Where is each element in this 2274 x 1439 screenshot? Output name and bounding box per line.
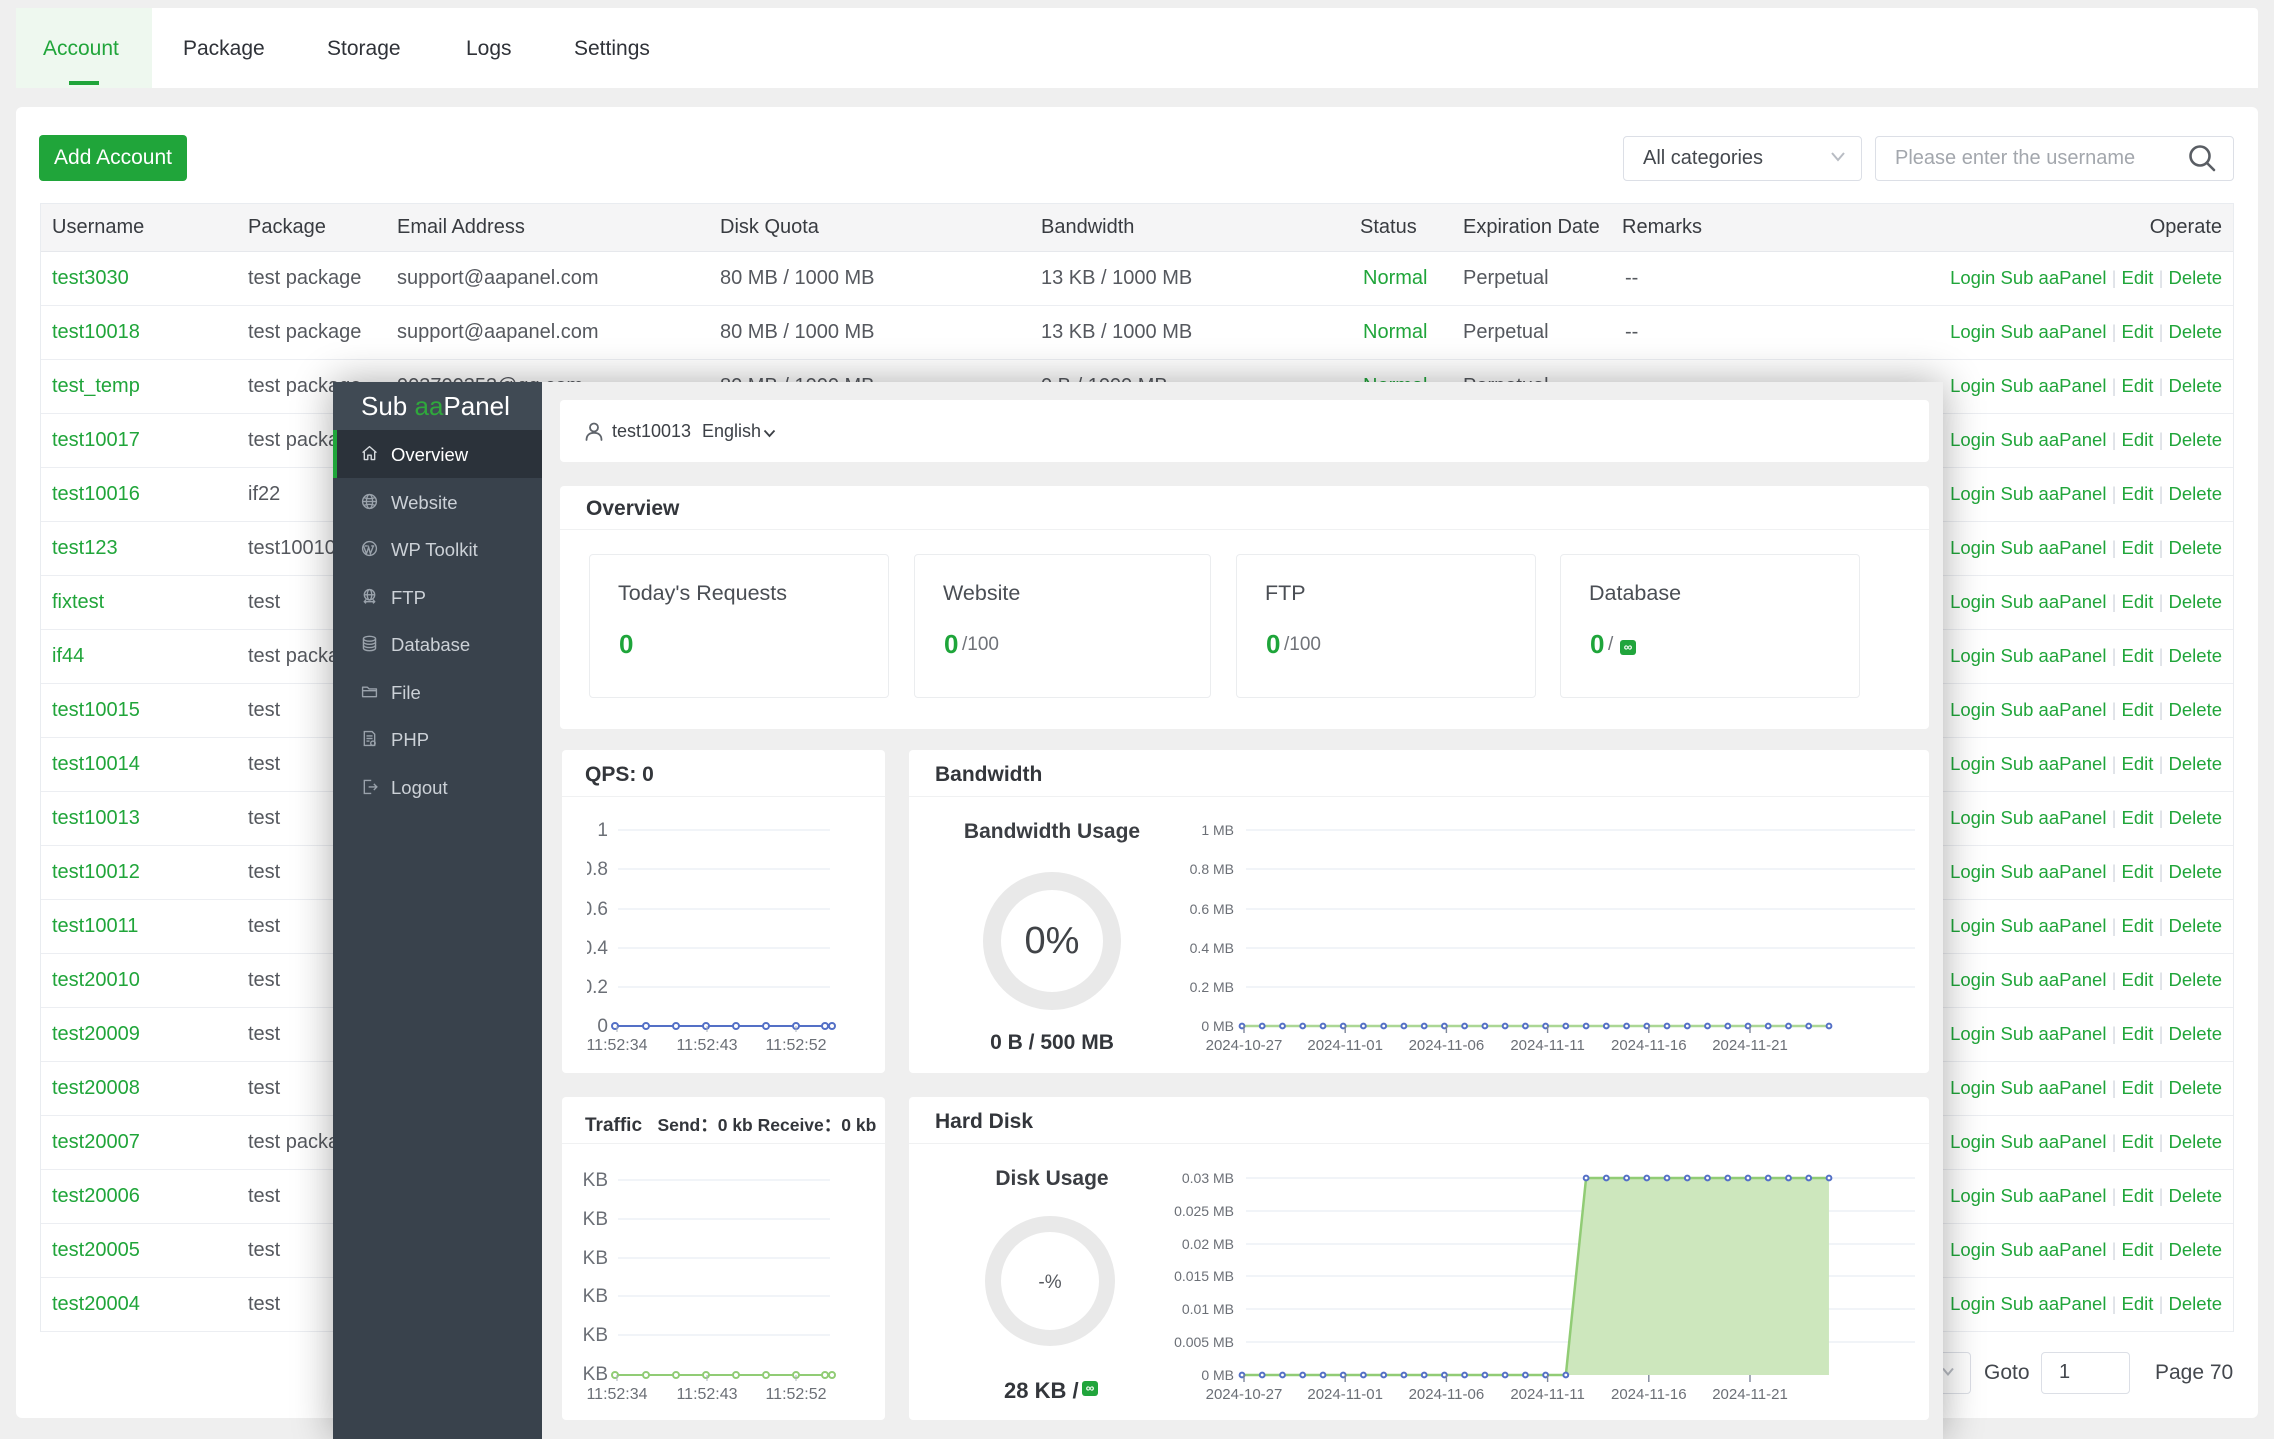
svg-text:0 MB: 0 MB [1201, 1367, 1234, 1383]
svg-text:KB: KB [583, 1286, 608, 1307]
svg-text:11:52:34: 11:52:34 [586, 1037, 647, 1054]
svg-text:0.2 MB: 0.2 MB [1190, 979, 1234, 995]
svg-text:11:52:43: 11:52:43 [676, 1037, 737, 1054]
svg-text:2024-10-27: 2024-10-27 [1206, 1037, 1283, 1054]
svg-text:11:52:52: 11:52:52 [765, 1386, 826, 1403]
svg-text:1: 1 [597, 820, 608, 841]
svg-text:2024-11-06: 2024-11-06 [1409, 1037, 1485, 1054]
svg-text:2024-10-27: 2024-10-27 [1206, 1386, 1283, 1403]
svg-text:0.6 MB: 0.6 MB [1190, 901, 1234, 917]
svg-text:0.8 MB: 0.8 MB [1190, 861, 1234, 877]
svg-text:11:52:52: 11:52:52 [765, 1037, 826, 1054]
svg-text:0.025 MB: 0.025 MB [1174, 1203, 1234, 1219]
svg-text:2024-11-21: 2024-11-21 [1712, 1037, 1788, 1054]
svg-text:2024-11-01: 2024-11-01 [1307, 1037, 1383, 1054]
svg-text:KB: KB [583, 1325, 608, 1346]
svg-text:0 MB: 0 MB [1201, 1018, 1234, 1034]
svg-text:0.8: 0.8 [582, 859, 608, 880]
svg-text:2024-11-01: 2024-11-01 [1307, 1386, 1383, 1403]
svg-text:0.005 MB: 0.005 MB [1174, 1334, 1234, 1350]
svg-text:2024-11-16: 2024-11-16 [1611, 1037, 1687, 1054]
svg-text:0: 0 [597, 1016, 608, 1037]
svg-text:0.4: 0.4 [582, 938, 609, 959]
svg-text:2024-11-06: 2024-11-06 [1409, 1386, 1485, 1403]
svg-text:KB: KB [583, 1209, 608, 1230]
svg-text:0.4 MB: 0.4 MB [1190, 940, 1234, 956]
svg-text:1 MB: 1 MB [1201, 822, 1234, 838]
svg-text:KB: KB [583, 1248, 608, 1269]
svg-text:0.6: 0.6 [582, 899, 608, 920]
svg-text:11:52:43: 11:52:43 [676, 1386, 737, 1403]
svg-text:2024-11-11: 2024-11-11 [1510, 1386, 1585, 1403]
svg-text:0.015 MB: 0.015 MB [1174, 1268, 1234, 1284]
svg-text:2024-11-11: 2024-11-11 [1510, 1037, 1585, 1054]
svg-text:KB: KB [583, 1364, 608, 1385]
svg-text:0.03 MB: 0.03 MB [1182, 1170, 1234, 1186]
svg-text:2024-11-16: 2024-11-16 [1611, 1386, 1687, 1403]
svg-text:0.02 MB: 0.02 MB [1182, 1236, 1234, 1252]
svg-text:0.01 MB: 0.01 MB [1182, 1301, 1234, 1317]
svg-text:0.2: 0.2 [582, 977, 608, 998]
svg-text:11:52:34: 11:52:34 [586, 1386, 647, 1403]
svg-text:2024-11-21: 2024-11-21 [1712, 1386, 1788, 1403]
svg-text:KB: KB [583, 1170, 608, 1191]
